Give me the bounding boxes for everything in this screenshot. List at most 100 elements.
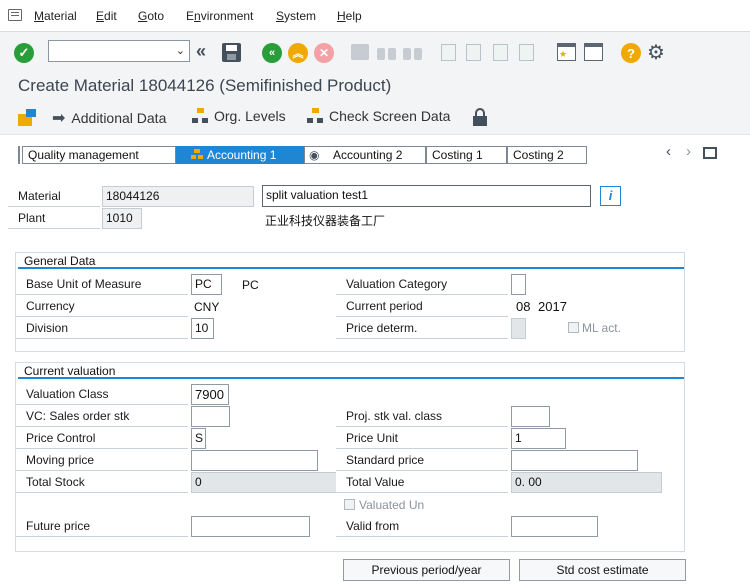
tab-scroll-left-icon[interactable]: ‹ bbox=[666, 143, 671, 160]
material-label: Material bbox=[8, 186, 100, 207]
check-data-icon bbox=[307, 108, 323, 124]
menu-edit[interactable]: Edit bbox=[96, 9, 117, 23]
previous-page-icon[interactable] bbox=[466, 44, 481, 61]
material-description-field[interactable]: split valuation test1 bbox=[262, 185, 591, 207]
check-screen-data-button[interactable]: Check Screen Data bbox=[307, 108, 450, 124]
price-control-field[interactable]: S bbox=[191, 428, 206, 449]
price-unit-field[interactable]: 1 bbox=[511, 428, 566, 449]
page-title: Create Material 18044126 (Semifinished P… bbox=[18, 76, 392, 95]
ml-act-checkbox bbox=[568, 322, 579, 333]
base-uom-text: PC bbox=[242, 278, 259, 292]
future-price-label: Future price bbox=[16, 516, 188, 537]
tab-hierarchy-icon bbox=[191, 149, 203, 159]
general-data-divider bbox=[18, 267, 684, 269]
plant-label: Plant bbox=[8, 208, 100, 229]
total-value-label: Total Value bbox=[336, 472, 508, 493]
checkmark-icon: ✓ bbox=[14, 43, 34, 63]
ml-act-label: ML act. bbox=[582, 321, 621, 335]
division-field[interactable]: 10 bbox=[191, 318, 214, 339]
total-value-field: 0. 00 bbox=[511, 472, 662, 493]
tab-accounting-1[interactable]: Accounting 1 bbox=[176, 146, 304, 164]
hierarchy-icon bbox=[192, 108, 208, 124]
menu-help[interactable]: Help bbox=[337, 9, 362, 23]
find-next-icon[interactable] bbox=[403, 44, 423, 60]
shortcut-icon[interactable] bbox=[584, 43, 603, 61]
back-icon[interactable]: « bbox=[262, 43, 282, 63]
material-field: 18044126 bbox=[102, 186, 254, 207]
moving-price-field[interactable] bbox=[191, 450, 318, 471]
print-icon[interactable] bbox=[351, 44, 369, 60]
last-page-icon[interactable] bbox=[519, 44, 534, 61]
command-field[interactable]: ⌄ bbox=[48, 40, 190, 62]
price-determination-label: Price determ. bbox=[336, 318, 508, 339]
other-material-icon[interactable] bbox=[18, 109, 37, 126]
vc-sales-order-field[interactable] bbox=[191, 406, 230, 427]
current-valuation-divider bbox=[18, 377, 684, 379]
menu-material[interactable]: Material bbox=[34, 9, 77, 23]
menu-system[interactable]: System bbox=[276, 9, 316, 23]
double-chevron-left-icon[interactable]: « bbox=[196, 41, 206, 62]
tab-strip-edge bbox=[18, 146, 20, 164]
current-period-year: 2017 bbox=[538, 299, 567, 314]
vc-sales-order-label: VC: Sales order stk bbox=[16, 406, 188, 427]
total-stock-label: Total Stock bbox=[16, 472, 188, 493]
org-levels-button[interactable]: Org. Levels bbox=[192, 108, 286, 124]
valuated-un-checkbox bbox=[344, 499, 355, 510]
proj-stk-val-class-label: Proj. stk val. class bbox=[336, 406, 508, 427]
valuated-un-label: Valuated Un bbox=[359, 498, 425, 512]
future-price-field[interactable] bbox=[191, 516, 310, 537]
division-label: Division bbox=[16, 318, 188, 339]
base-uom-field[interactable]: PC bbox=[191, 274, 222, 295]
new-session-icon[interactable]: ★ bbox=[557, 43, 576, 61]
currency-value: CNY bbox=[194, 300, 220, 314]
valid-from-label: Valid from bbox=[336, 516, 508, 537]
target-icon: ◉ bbox=[309, 148, 320, 162]
valuation-class-field[interactable]: 7900 bbox=[191, 384, 229, 405]
price-determination-field bbox=[511, 318, 526, 339]
info-icon[interactable]: i bbox=[600, 186, 621, 206]
valuation-category-label: Valuation Category bbox=[336, 274, 508, 295]
proj-stk-val-class-field[interactable] bbox=[511, 406, 550, 427]
current-period-label: Current period bbox=[336, 296, 508, 317]
lock-icon[interactable] bbox=[473, 108, 487, 126]
sap-menu-icon[interactable] bbox=[8, 9, 22, 21]
base-uom-label: Base Unit of Measure bbox=[16, 274, 188, 295]
gear-icon[interactable]: ⚙ bbox=[647, 40, 665, 65]
find-icon[interactable] bbox=[377, 44, 397, 60]
price-control-label: Price Control bbox=[16, 428, 188, 449]
previous-period-button[interactable]: Previous period/year bbox=[343, 559, 510, 581]
valuation-category-field[interactable] bbox=[511, 274, 526, 295]
menu-goto[interactable]: Goto bbox=[138, 9, 164, 23]
tab-costing-1[interactable]: Costing 1 bbox=[426, 146, 507, 164]
standard-price-field[interactable] bbox=[511, 450, 638, 471]
enter-button[interactable]: ✓ bbox=[13, 42, 35, 64]
standard-price-label: Standard price bbox=[336, 450, 508, 471]
tab-accounting-2[interactable]: ◉ Accounting 2 bbox=[304, 146, 426, 164]
currency-label: Currency bbox=[16, 296, 188, 317]
exit-icon[interactable]: ︽ bbox=[288, 43, 308, 63]
current-period-month: 08 bbox=[516, 299, 531, 314]
current-valuation-title: Current valuation bbox=[24, 364, 116, 378]
tab-list-icon[interactable] bbox=[703, 147, 717, 159]
plant-name: 正业科技仪器装备工厂 bbox=[265, 214, 386, 228]
total-stock-field: 0 bbox=[191, 472, 342, 493]
next-page-icon[interactable] bbox=[493, 44, 508, 61]
cancel-icon[interactable]: ✕ bbox=[314, 43, 334, 63]
tab-costing-2[interactable]: Costing 2 bbox=[507, 146, 587, 164]
save-icon[interactable] bbox=[222, 43, 241, 62]
arrow-right-icon: ➡ bbox=[52, 110, 66, 127]
tab-quality-management[interactable]: Quality management bbox=[22, 146, 176, 164]
valid-from-field[interactable] bbox=[511, 516, 598, 537]
first-page-icon[interactable] bbox=[441, 44, 456, 61]
std-cost-estimate-button[interactable]: Std cost estimate bbox=[519, 559, 686, 581]
additional-data-button[interactable]: ➡ Additional Data bbox=[52, 108, 166, 128]
price-unit-label: Price Unit bbox=[336, 428, 508, 449]
tab-scroll-right-icon[interactable]: › bbox=[686, 143, 691, 160]
plant-field: 1010 bbox=[102, 208, 142, 229]
chevron-down-icon: ⌄ bbox=[175, 45, 185, 57]
valuation-class-label: Valuation Class bbox=[16, 384, 188, 405]
moving-price-label: Moving price bbox=[16, 450, 188, 471]
help-icon[interactable]: ? bbox=[621, 43, 641, 63]
general-data-title: General Data bbox=[24, 254, 96, 268]
menu-environment[interactable]: Environment bbox=[186, 9, 253, 23]
